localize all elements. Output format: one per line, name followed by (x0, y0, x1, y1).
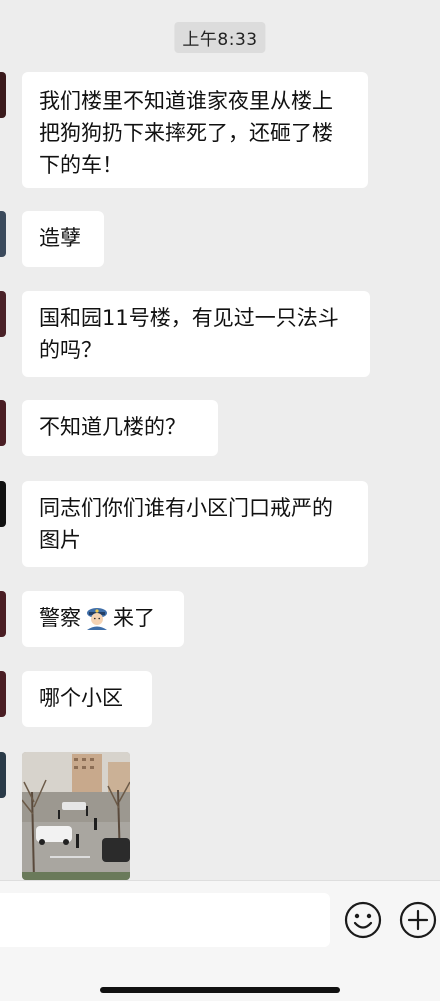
message-bubble[interactable]: 造孽 (22, 211, 104, 267)
image-message[interactable] (22, 752, 130, 880)
message-bubble[interactable]: 不知道几楼的？ (22, 400, 218, 456)
chat-input-bar (0, 880, 440, 1001)
message-bubble[interactable]: 警察 来了 (22, 591, 184, 647)
chat-area[interactable]: 上午8:33 我们楼里不知道谁家夜里从楼上把狗狗扔下来摔死了，还砸了楼下的车！ … (0, 0, 440, 880)
avatar[interactable] (0, 752, 6, 798)
message-text: 哪个小区 (39, 686, 123, 710)
message-text: 不知道几楼的？ (39, 415, 186, 439)
message-bubble[interactable]: 我们楼里不知道谁家夜里从楼上把狗狗扔下来摔死了，还砸了楼下的车！ (22, 72, 368, 188)
plus-circle-icon[interactable] (399, 901, 437, 939)
message-text-before: 警察 (39, 606, 81, 630)
timestamp: 上午8:33 (174, 22, 266, 53)
message-text: 国和园11号楼，有见过一只法斗的吗？ (39, 306, 339, 362)
message-text: 造孽 (39, 226, 81, 250)
avatar[interactable] (0, 72, 6, 118)
avatar[interactable] (0, 671, 6, 717)
message-text: 同志们你们谁有小区门口戒严的图片 (39, 496, 333, 552)
message-text-after: 来了 (113, 606, 155, 630)
avatar[interactable] (0, 400, 6, 446)
avatar[interactable] (0, 291, 6, 337)
avatar[interactable] (0, 481, 6, 527)
message-text: 我们楼里不知道谁家夜里从楼上把狗狗扔下来摔死了，还砸了楼下的车！ (39, 89, 333, 177)
message-bubble[interactable]: 国和园11号楼，有见过一只法斗的吗？ (22, 291, 370, 377)
message-bubble[interactable]: 哪个小区 (22, 671, 152, 727)
home-indicator[interactable] (100, 987, 340, 993)
smiley-icon[interactable] (344, 901, 382, 939)
message-input[interactable] (0, 893, 330, 947)
avatar[interactable] (0, 211, 6, 257)
street-photo-image (22, 752, 130, 880)
message-bubble[interactable]: 同志们你们谁有小区门口戒严的图片 (22, 481, 368, 567)
police-officer-emoji-icon (87, 608, 107, 630)
avatar[interactable] (0, 591, 6, 637)
